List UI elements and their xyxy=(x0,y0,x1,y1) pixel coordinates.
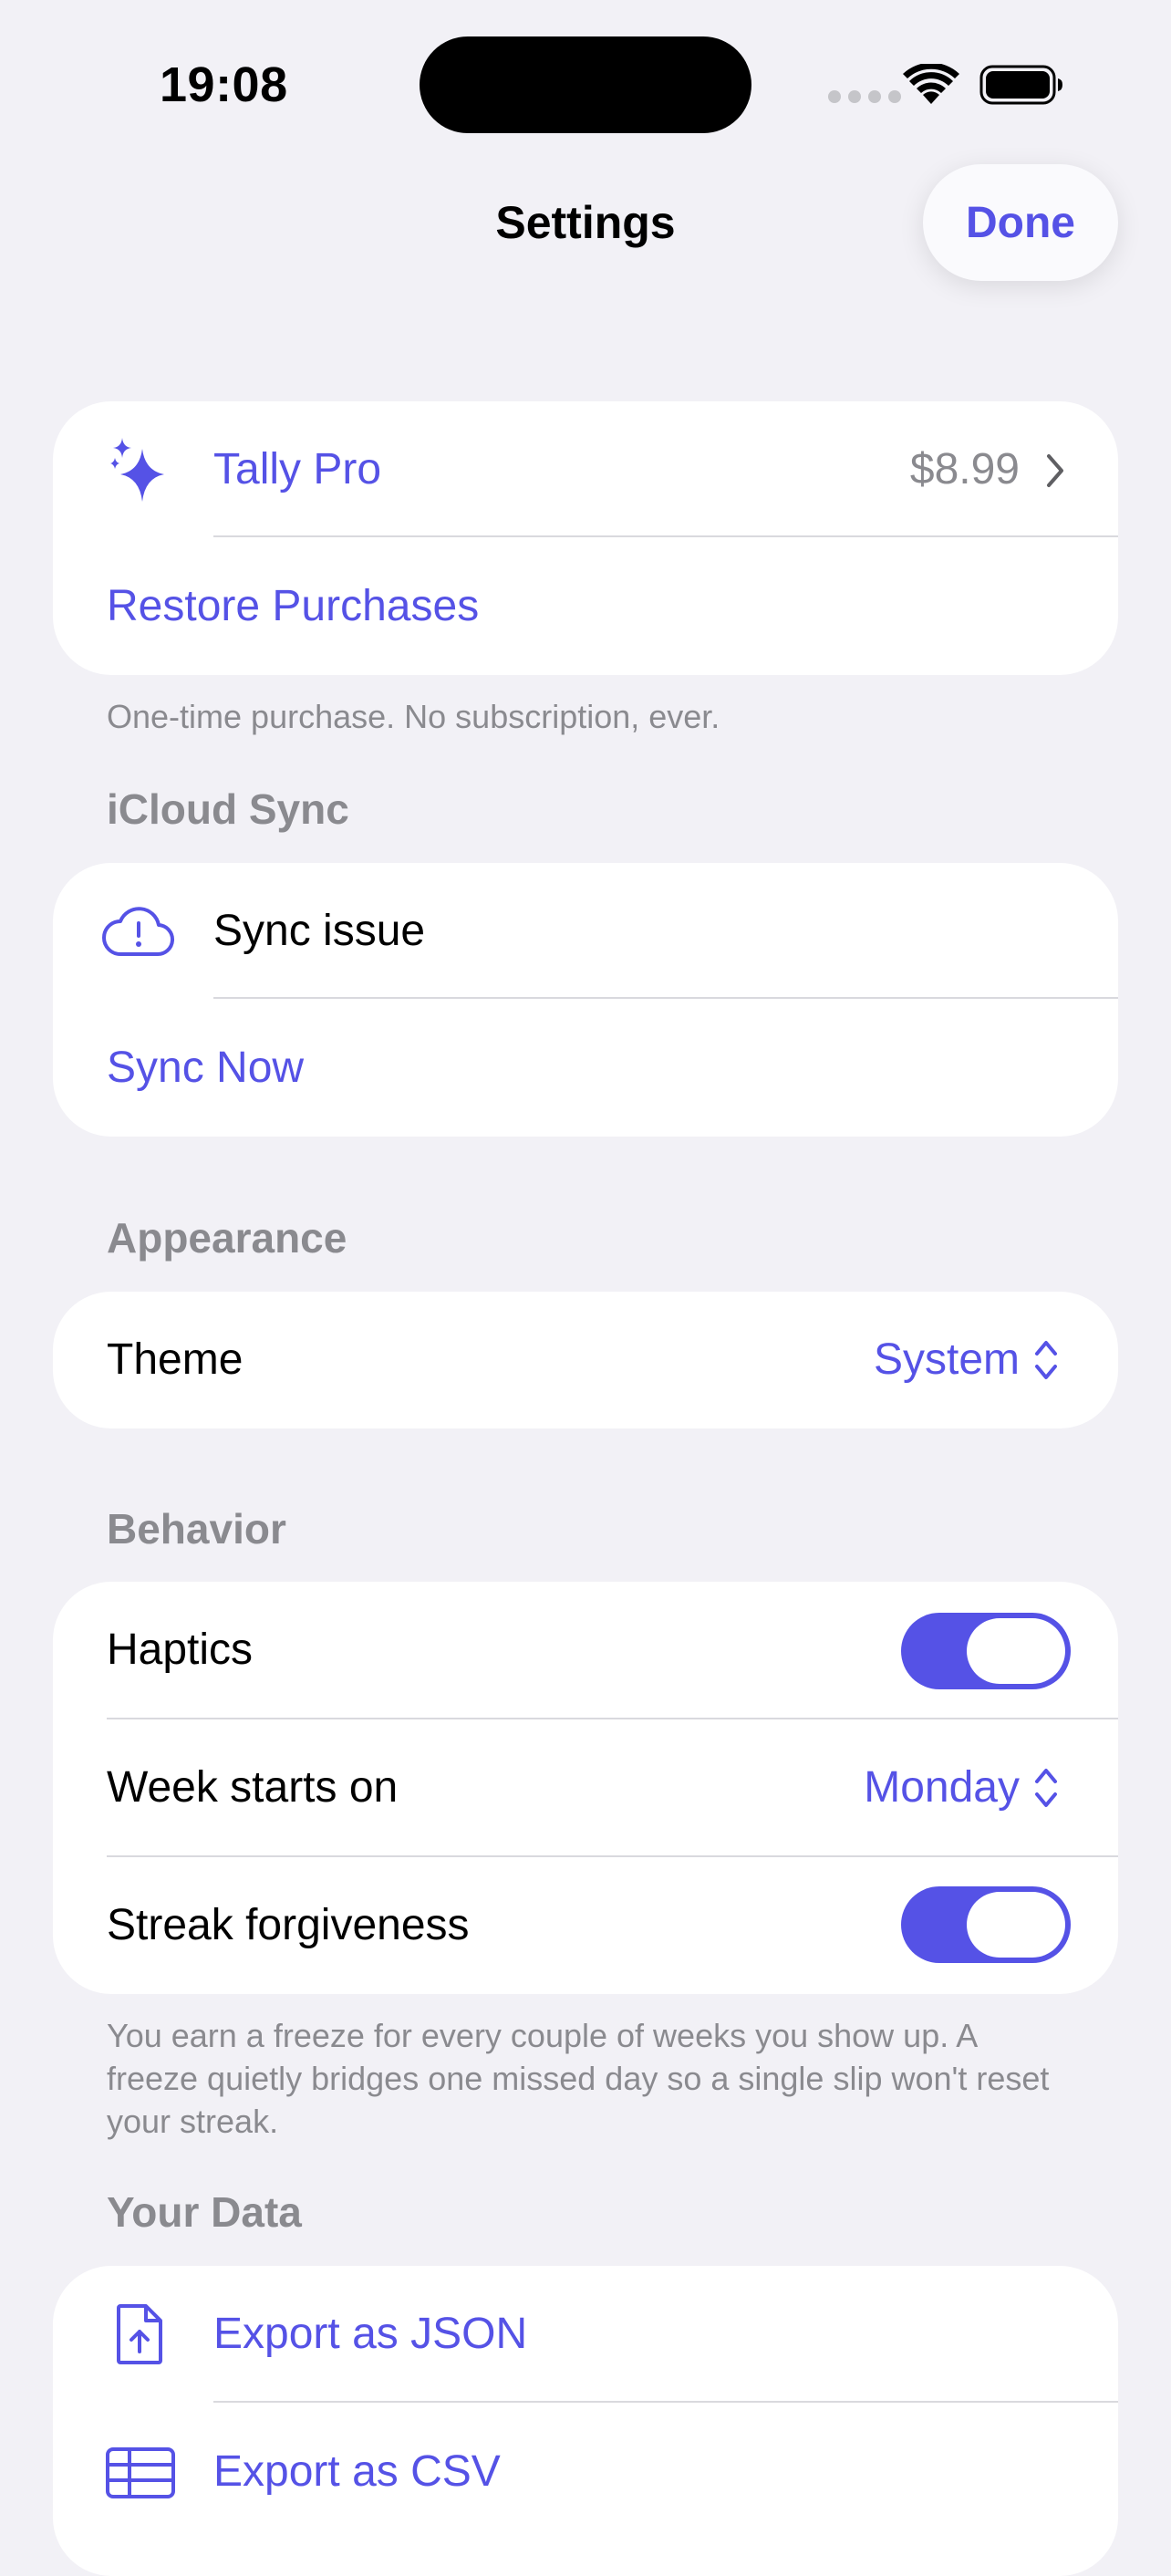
tally-pro-price: $8.99 xyxy=(909,445,1020,493)
sync-status-label: Sync issue xyxy=(213,907,426,955)
chevron-up-down-icon xyxy=(1035,1769,1057,1807)
streak-forgiveness-label: Streak forgiveness xyxy=(107,1901,470,1949)
theme-row[interactable]: Theme System xyxy=(53,1292,1118,1428)
cellular-signal-icon xyxy=(828,90,901,103)
export-csv-button[interactable]: Export as CSV xyxy=(213,2446,501,2497)
section-header-behavior: Behavior xyxy=(107,1505,286,1553)
export-json-button[interactable]: Export as JSON xyxy=(213,2309,527,2359)
appearance-card: Theme System xyxy=(53,1292,1118,1428)
status-time: 19:08 xyxy=(160,57,288,112)
section-header-icloud: iCloud Sync xyxy=(107,785,349,833)
divider xyxy=(213,2401,1118,2403)
chevron-right-icon xyxy=(1047,454,1063,487)
section-header-appearance: Appearance xyxy=(107,1214,347,1262)
haptics-toggle[interactable] xyxy=(901,1613,1071,1689)
section-header-your-data: Your Data xyxy=(107,2188,302,2236)
divider xyxy=(213,535,1118,537)
wifi-icon xyxy=(903,64,959,104)
week-start-row[interactable]: Week starts on Monday xyxy=(53,1719,1118,1856)
export-csv-row[interactable]: Export as CSV xyxy=(53,2404,1118,2540)
chevron-up-down-icon xyxy=(1035,1341,1057,1379)
sparkles-icon xyxy=(110,438,164,502)
behavior-card: Haptics Week starts on Monday Streak for… xyxy=(53,1582,1118,1994)
divider xyxy=(213,997,1118,999)
restore-purchases-row[interactable]: Restore Purchases xyxy=(53,538,1118,675)
cloud-alert-icon xyxy=(102,907,174,957)
icloud-card: Sync issue Sync Now xyxy=(53,863,1118,1137)
haptics-row: Haptics xyxy=(53,1582,1118,1719)
tally-pro-row[interactable]: Tally Pro $8.99 xyxy=(53,401,1118,538)
pro-footer-note: One-time purchase. No subscription, ever… xyxy=(107,698,720,735)
restore-purchases-button[interactable]: Restore Purchases xyxy=(107,581,479,631)
pro-card: Tally Pro $8.99 Restore Purchases xyxy=(53,401,1118,675)
table-icon xyxy=(106,2447,175,2498)
battery-icon xyxy=(979,65,1062,105)
sync-now-row[interactable]: Sync Now xyxy=(53,1000,1118,1137)
sync-now-button[interactable]: Sync Now xyxy=(107,1043,304,1093)
dynamic-island xyxy=(420,36,751,133)
your-data-card: Export as JSON Export as CSV xyxy=(53,2266,1118,2576)
done-button[interactable]: Done xyxy=(923,164,1118,281)
theme-picker[interactable]: System xyxy=(874,1335,1020,1385)
streak-forgiveness-row: Streak forgiveness xyxy=(53,1857,1118,1994)
haptics-label: Haptics xyxy=(107,1626,254,1674)
week-start-label: Week starts on xyxy=(107,1763,399,1812)
tally-pro-label: Tally Pro xyxy=(213,445,382,493)
streak-forgiveness-toggle[interactable] xyxy=(901,1886,1071,1963)
theme-label: Theme xyxy=(107,1335,244,1384)
behavior-footer-note: You earn a freeze for every couple of we… xyxy=(107,2017,1050,2140)
week-start-picker[interactable]: Monday xyxy=(864,1762,1020,1813)
document-export-icon xyxy=(117,2304,162,2364)
sync-status-row: Sync issue xyxy=(53,863,1118,1000)
export-json-row[interactable]: Export as JSON xyxy=(53,2266,1118,2403)
